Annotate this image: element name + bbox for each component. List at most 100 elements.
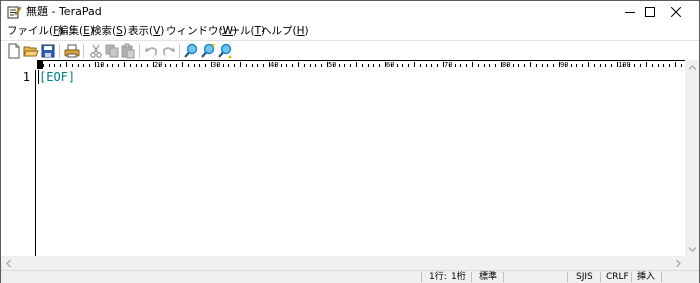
menu-tools[interactable]: ツール(T) [219, 24, 265, 39]
ruler-tick [623, 64, 624, 67]
ruler-tick [101, 64, 102, 67]
ruler-tick [321, 64, 322, 67]
find-next-icon[interactable] [217, 43, 233, 59]
ruler-tick [385, 62, 386, 67]
print-icon[interactable] [64, 43, 80, 59]
ruler-tick [634, 64, 635, 67]
status-insert-mode: 挿入 [637, 272, 656, 282]
ruler-tick [576, 64, 577, 67]
cut-icon[interactable] [88, 43, 104, 59]
ruler-tick [60, 64, 61, 67]
ruler-tick [292, 64, 293, 67]
menu-view[interactable]: 表示(V) [128, 24, 164, 39]
ruler-tick [286, 64, 287, 67]
ruler-tick [298, 62, 299, 67]
ruler-tick [153, 62, 154, 67]
ruler-tick [669, 64, 670, 67]
paste-icon[interactable] [120, 43, 136, 59]
ruler-tick [275, 64, 276, 67]
ruler-tick [605, 64, 606, 67]
vertical-scrollbar[interactable] [685, 60, 699, 256]
ruler-tick [652, 64, 653, 67]
ruler-tick [246, 64, 247, 67]
ruler-tick [501, 62, 502, 67]
ruler-tick [223, 64, 224, 67]
toolbar-separator [179, 44, 180, 58]
close-button[interactable] [653, 1, 699, 23]
chevron-right-icon [675, 259, 681, 267]
ruler-tick [571, 64, 572, 67]
ruler-tick [228, 64, 229, 67]
line-number-gutter: 1 [1, 70, 36, 256]
ruler-tick [547, 64, 548, 67]
ruler-tick [466, 64, 467, 67]
ruler-line [37, 60, 685, 61]
ruler-tick [617, 62, 618, 67]
chevron-left-icon [5, 259, 11, 267]
save-icon[interactable] [40, 43, 56, 59]
open-folder-icon[interactable] [23, 43, 39, 59]
ruler-tick [449, 64, 450, 67]
status-line-ending: CRLF [606, 272, 629, 282]
ruler-tick [582, 64, 583, 67]
ruler-tick [368, 64, 369, 67]
ruler-tick [455, 64, 456, 67]
ruler-tick [159, 64, 160, 67]
scroll-left-button[interactable] [1, 256, 15, 270]
menu-search[interactable]: 検索(S) [91, 24, 127, 39]
status-separator [503, 272, 504, 282]
menu-file[interactable]: ファイル(F) [7, 24, 63, 39]
ruler-tick [89, 64, 90, 67]
find-icon[interactable] [183, 43, 199, 59]
ruler-tick [95, 62, 96, 67]
menu-edit[interactable]: 編集(E) [58, 24, 94, 39]
ruler-tick [194, 64, 195, 67]
ruler-tick [489, 64, 490, 67]
ruler-tick [240, 62, 241, 67]
scroll-up-button[interactable] [685, 60, 699, 74]
ruler-tick [147, 64, 148, 67]
redo-icon[interactable] [160, 43, 176, 59]
ruler-tick [518, 64, 519, 67]
ruler-tick [542, 64, 543, 67]
ruler-tick [675, 62, 676, 67]
undo-icon[interactable] [144, 43, 160, 59]
ruler-tick [402, 64, 403, 67]
ruler-tick [315, 64, 316, 67]
ruler-tick [588, 62, 589, 67]
ruler-tick [478, 64, 479, 67]
horizontal-scrollbar[interactable] [1, 256, 685, 270]
terapad-app-icon[interactable] [7, 5, 22, 19]
ruler-tick [565, 64, 566, 67]
ruler-tick [646, 62, 647, 67]
scroll-right-button[interactable] [671, 256, 685, 270]
find-previous-icon[interactable] [200, 43, 216, 59]
ruler-tick [304, 64, 305, 67]
ruler-tick [350, 64, 351, 67]
menu-help[interactable]: ヘルプ(H) [261, 24, 309, 39]
ruler-tick [681, 64, 682, 67]
title-bar[interactable]: 無題 - TeraPad [1, 1, 699, 23]
ruler-tick [257, 64, 258, 67]
ruler-tick [234, 64, 235, 67]
ruler-tick [344, 64, 345, 67]
ruler-tick [536, 64, 537, 67]
text-editor-area[interactable]: [EOF] [37, 70, 685, 256]
ruler-tick [507, 64, 508, 67]
ruler-tick [437, 64, 438, 67]
status-line: 1行: [429, 272, 447, 282]
ruler-tick [594, 64, 595, 67]
status-column: 1桁 [451, 272, 466, 282]
status-separator [471, 272, 472, 282]
new-file-icon[interactable] [6, 43, 22, 59]
ruler-tick [124, 62, 125, 67]
menu-bar: ファイル(F) 編集(E) 検索(S) 表示(V) ウィンドウ(W) ツール(T… [1, 23, 699, 40]
ruler-tick [170, 64, 171, 67]
ruler-tick [408, 64, 409, 67]
toolbar-separator [83, 44, 84, 58]
copy-icon[interactable] [104, 43, 120, 59]
ruler-tick [136, 64, 137, 67]
ruler-tick [78, 64, 79, 67]
ruler-tick [339, 64, 340, 67]
scroll-down-button[interactable] [685, 242, 699, 256]
